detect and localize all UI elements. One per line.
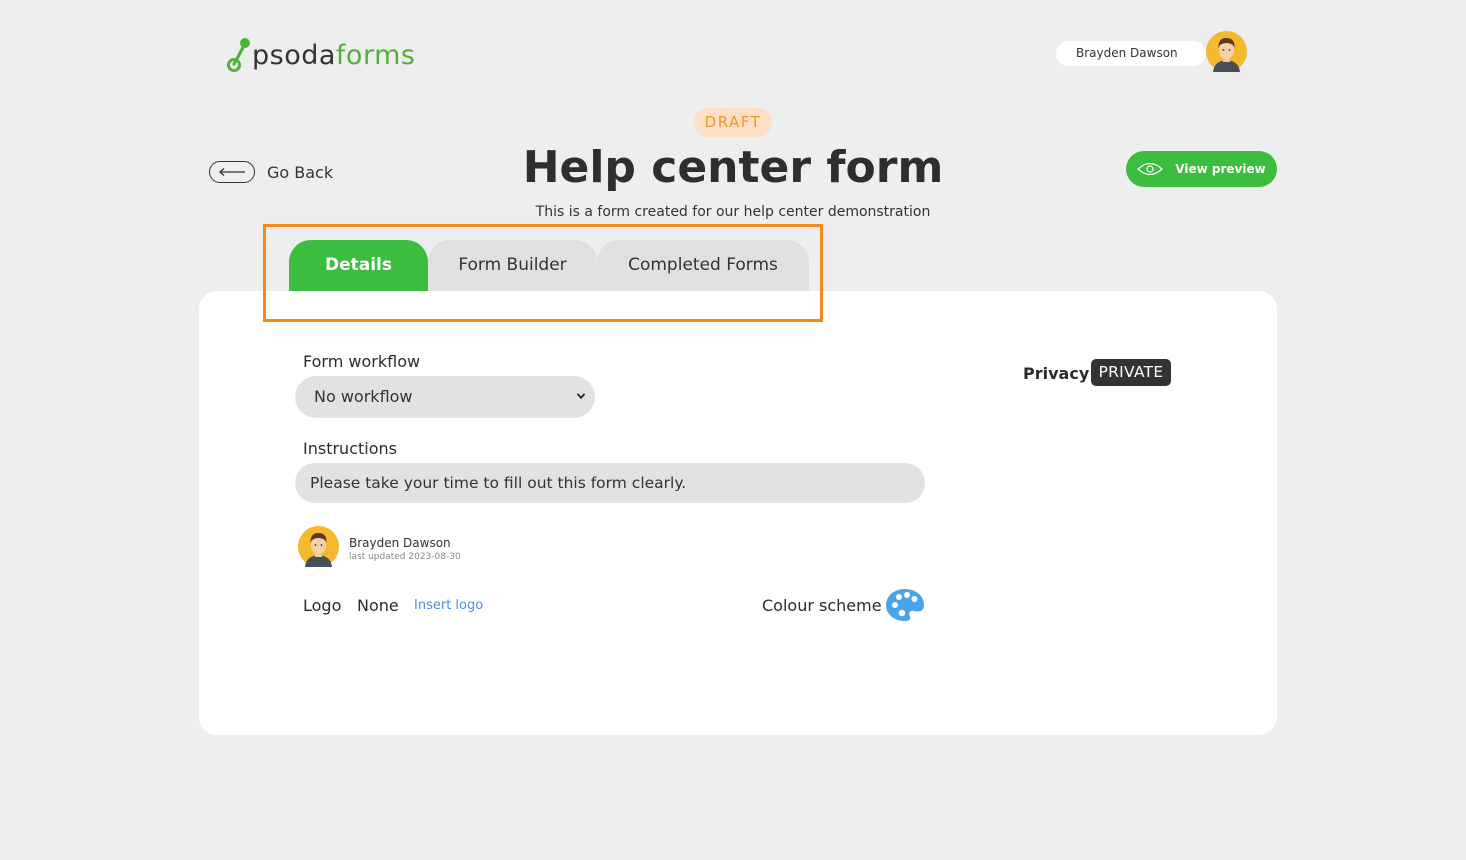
status-badge: DRAFT [694,108,772,137]
arrow-left-icon [209,161,255,183]
eye-icon [1137,162,1164,176]
chevron-down-icon [576,393,586,400]
author-avatar-icon [298,526,339,567]
instructions-label: Instructions [303,439,397,458]
form-workflow-label: Form workflow [303,352,421,371]
tab-details[interactable]: Details [289,240,428,291]
tab-form-builder[interactable]: Form Builder [428,240,597,291]
last-updated-text: last updated 2023-08-30 [349,552,461,562]
view-preview-button[interactable]: View preview [1126,151,1277,187]
logo-value: None [357,596,399,615]
privacy-label: Privacy [1023,364,1090,383]
author-name: Brayden Dawson [349,536,451,550]
palette-icon[interactable] [885,588,925,622]
user-avatar-icon[interactable] [1206,31,1247,72]
brand-logo[interactable]: psodaforms [226,34,415,74]
page: psodaforms Brayden Dawson DRAFT Help cen… [0,0,1466,860]
insert-logo-link[interactable]: Insert logo [414,598,483,613]
logo-mark-icon [227,38,250,72]
privacy-badge[interactable]: PRIVATE [1091,359,1171,386]
logo-wordmark: psodaforms [252,39,416,71]
page-subtitle: This is a form created for our help cent… [535,204,931,220]
user-name-chip[interactable]: Brayden Dawson [1056,41,1206,66]
details-card: Form workflow No workflow Instructions P… [199,291,1277,735]
view-preview-label: View preview [1175,162,1266,176]
tab-completed-forms[interactable]: Completed Forms [597,240,809,291]
form-workflow-select[interactable]: No workflow [295,376,595,418]
instructions-field[interactable]: Please take your time to fill out this f… [295,463,925,503]
logo-label: Logo [303,596,342,615]
go-back-label: Go Back [267,162,334,182]
go-back-button[interactable]: Go Back [209,160,333,184]
colour-scheme-label: Colour scheme [762,596,882,615]
form-workflow-value: No workflow [314,387,413,406]
